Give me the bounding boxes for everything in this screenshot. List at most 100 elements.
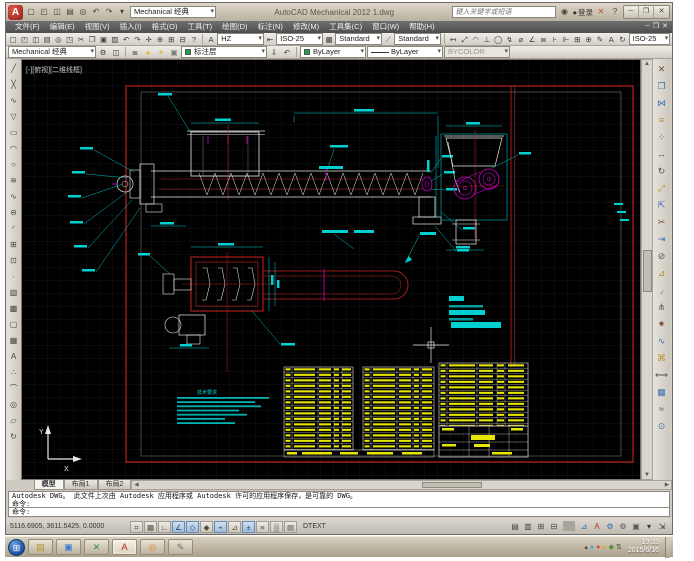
layer-lock-icon[interactable]: ▣ bbox=[168, 47, 180, 58]
zoom-previous-icon[interactable]: ⊟ bbox=[177, 34, 187, 45]
start-button[interactable]: ⊞ bbox=[8, 539, 25, 556]
tolerance-icon[interactable]: ⊞ bbox=[572, 34, 582, 45]
osnap3d-toggle[interactable]: ◆ bbox=[200, 521, 213, 533]
close-button[interactable]: ✕ bbox=[654, 6, 669, 18]
quickprops-toggle[interactable]: ▤ bbox=[284, 521, 297, 533]
menu-item[interactable]: 绘图(D) bbox=[217, 21, 252, 33]
doc-close-button[interactable]: ✕ bbox=[662, 21, 668, 33]
horizontal-scrollbar[interactable]: ◀ ▶ bbox=[131, 480, 672, 490]
taskbar-green-app[interactable]: ✕ bbox=[84, 539, 109, 555]
fillet-icon[interactable]: ◞ bbox=[654, 282, 669, 299]
annotation-scale-icon[interactable]: ⊿ bbox=[578, 522, 590, 531]
scroll-left-icon[interactable]: ◀ bbox=[134, 482, 138, 488]
angular-dim-icon[interactable]: ∠ bbox=[527, 34, 537, 45]
mirror-icon[interactable]: ⋈ bbox=[654, 95, 669, 112]
network-icon[interactable]: ⇅ bbox=[616, 543, 622, 551]
array-icon[interactable]: ⁘ bbox=[654, 129, 669, 146]
diameter-dim-icon[interactable]: ⌀ bbox=[516, 34, 526, 45]
join-icon[interactable]: ⋔ bbox=[654, 299, 669, 316]
minimize-button[interactable]: ─ bbox=[624, 6, 639, 18]
snap-toggle[interactable]: ⌗ bbox=[130, 521, 143, 533]
plot-icon[interactable]: ▤ bbox=[64, 6, 76, 18]
preview-icon[interactable]: ◎ bbox=[77, 6, 89, 18]
menu-item[interactable]: 视图(V) bbox=[80, 21, 115, 33]
workspace-switch-icon[interactable]: ⚙ bbox=[617, 522, 629, 531]
dim-update-icon[interactable]: ↻ bbox=[617, 34, 627, 45]
arc-length-icon[interactable]: ◠ bbox=[470, 34, 480, 45]
text-style-icon[interactable]: A bbox=[206, 34, 216, 45]
make-block-icon[interactable]: ⊡ bbox=[7, 253, 20, 269]
help-icon[interactable]: ? bbox=[189, 34, 199, 45]
align-icon[interactable]: ⌘ bbox=[654, 350, 669, 367]
dim-style-combo-2[interactable]: ISO-25 bbox=[629, 33, 671, 45]
hatch-icon[interactable]: ▨ bbox=[7, 285, 20, 301]
menu-item[interactable]: 标注(N) bbox=[253, 21, 288, 33]
table-style-combo[interactable]: Standard bbox=[335, 33, 382, 45]
lengthen-icon[interactable]: ⟷ bbox=[654, 367, 669, 384]
hidden-icons-arrow[interactable]: ▴ bbox=[584, 543, 588, 551]
open-icon[interactable]: ◰ bbox=[38, 6, 50, 18]
save-icon[interactable]: ◫ bbox=[51, 6, 63, 18]
taskbar-autocad[interactable]: A bbox=[112, 539, 137, 555]
insert-block-icon[interactable]: ⊞ bbox=[7, 237, 20, 253]
scale-icon[interactable]: ⤢ bbox=[654, 180, 669, 197]
region-icon[interactable]: ▢ bbox=[7, 317, 20, 333]
polygon-icon[interactable]: ▽ bbox=[7, 109, 20, 125]
spline-icon[interactable]: ∿ bbox=[7, 189, 20, 205]
layer-combo[interactable]: 标注层 bbox=[181, 46, 267, 58]
qnew-icon[interactable]: ▢ bbox=[25, 6, 37, 18]
dim-edit-icon[interactable]: ✎ bbox=[595, 34, 605, 45]
cleanscreen-icon[interactable]: ⇲ bbox=[656, 522, 668, 531]
save-icon[interactable]: ◫ bbox=[31, 34, 41, 45]
ellipse-icon[interactable]: ⊖ bbox=[7, 205, 20, 221]
show-desktop-button[interactable] bbox=[665, 537, 670, 558]
plot-preview-icon[interactable]: ◎ bbox=[53, 34, 63, 45]
search-icon[interactable]: ◉ bbox=[558, 6, 570, 18]
scroll-up-icon[interactable]: ▲ bbox=[644, 60, 650, 68]
wipeout-icon[interactable]: ▱ bbox=[7, 413, 20, 429]
qat-menu-icon[interactable]: ▾ bbox=[116, 6, 128, 18]
copy-icon[interactable]: ❐ bbox=[654, 78, 669, 95]
lineweight-toggle[interactable]: ≡ bbox=[256, 521, 269, 533]
table-icon[interactable]: ▦ bbox=[7, 333, 20, 349]
scroll-right-icon[interactable]: ▶ bbox=[665, 482, 669, 488]
rotate-icon[interactable]: ↻ bbox=[654, 163, 669, 180]
hscroll-thumb[interactable] bbox=[422, 482, 482, 488]
menu-item[interactable]: 格式(O) bbox=[147, 21, 183, 33]
donut-icon[interactable]: ◎ bbox=[7, 397, 20, 413]
center-mark-icon[interactable]: ⊕ bbox=[583, 34, 593, 45]
baseline-dim-icon[interactable]: ⊦ bbox=[550, 34, 560, 45]
dim-text-edit-icon[interactable]: A bbox=[606, 34, 616, 45]
mtext-icon[interactable]: A bbox=[7, 349, 20, 365]
gradient-icon[interactable]: ▩ bbox=[7, 301, 20, 317]
workspace-settings-icon[interactable]: ⚙ bbox=[97, 47, 109, 58]
rectangle-icon[interactable]: ▭ bbox=[7, 125, 20, 141]
open-icon[interactable]: ◰ bbox=[19, 34, 29, 45]
menu-item[interactable]: 工具集(C) bbox=[324, 21, 367, 33]
menu-item[interactable]: 工具(T) bbox=[183, 21, 218, 33]
viewport-controls[interactable]: [-][俯视][二维线框] bbox=[26, 65, 82, 75]
polar-toggle[interactable]: ∠ bbox=[172, 521, 185, 533]
toolbar-lock-icon[interactable]: ▣ bbox=[630, 522, 642, 531]
vertical-scrollbar[interactable]: ▲ ▼ bbox=[641, 59, 653, 480]
doc-restore-button[interactable]: ❐ bbox=[653, 21, 659, 33]
dim-style-combo[interactable]: ISO-25 bbox=[276, 33, 323, 45]
taskbar-gray-app[interactable]: ✎ bbox=[168, 539, 193, 555]
helix-icon[interactable]: ↻ bbox=[7, 429, 20, 445]
annotation-visibility-icon[interactable]: A bbox=[591, 522, 603, 531]
quickview-layouts-icon[interactable]: ⊞ bbox=[535, 522, 547, 531]
arc-icon[interactable]: ◠ bbox=[7, 141, 20, 157]
jogged-dim-icon[interactable]: ↯ bbox=[504, 34, 514, 45]
ordinate-dim-icon[interactable]: ⊥ bbox=[482, 34, 492, 45]
undo-icon[interactable]: ↶ bbox=[121, 34, 131, 45]
stretch-icon[interactable]: ⇱ bbox=[654, 197, 669, 214]
coordinates-readout[interactable]: 5116.6905, 3611.5425, 0.0000 bbox=[10, 523, 128, 530]
maximize-button[interactable]: ❐ bbox=[639, 6, 654, 18]
measure-icon[interactable]: ⌒ bbox=[7, 381, 20, 397]
edit-spline-icon[interactable]: ≈ bbox=[654, 401, 669, 418]
exchange-icon[interactable]: ✕ bbox=[595, 6, 607, 18]
layout-button[interactable]: ▥ bbox=[522, 522, 534, 531]
radius-dim-icon[interactable]: ◯ bbox=[493, 34, 503, 45]
linear-dim-icon[interactable]: ↤ bbox=[448, 34, 458, 45]
pan-icon[interactable]: ✛ bbox=[144, 34, 154, 45]
